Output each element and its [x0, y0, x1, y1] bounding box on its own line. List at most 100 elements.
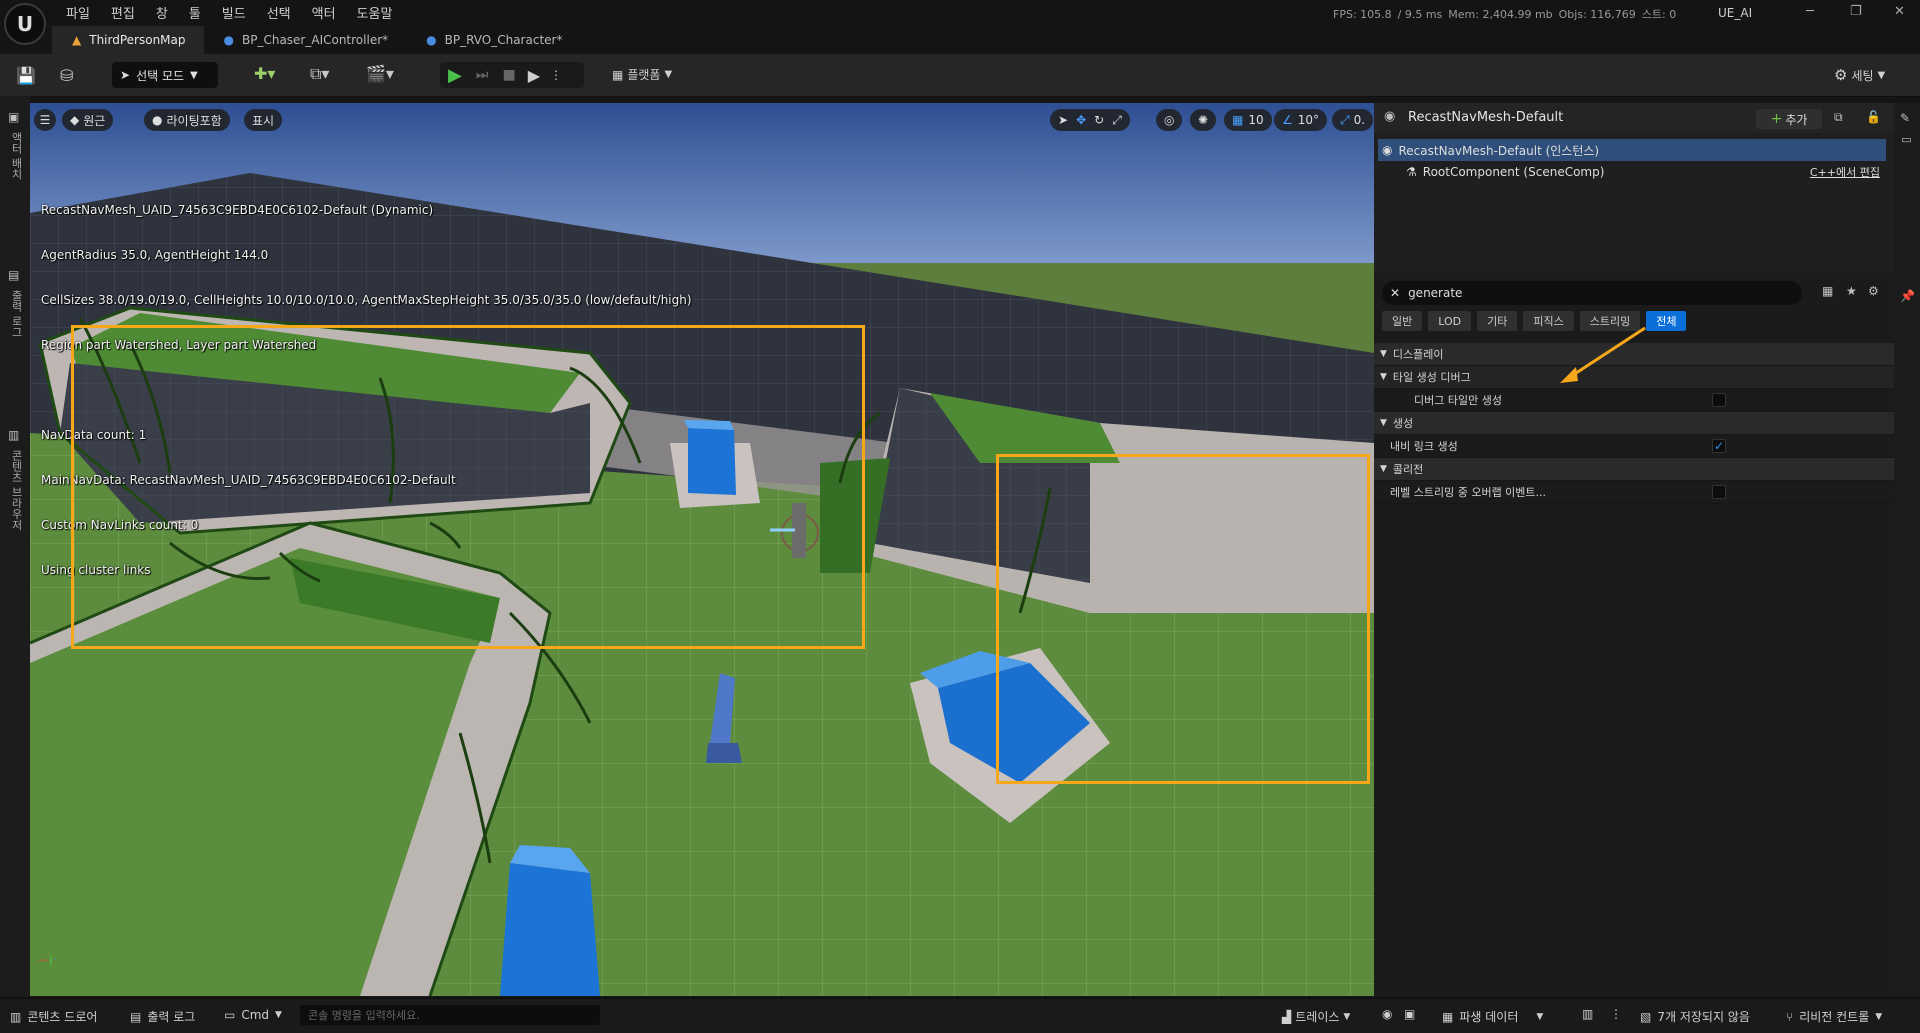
overlap-events-checkbox[interactable]: [1712, 485, 1726, 499]
menu-help[interactable]: 도움말: [357, 3, 393, 22]
annotation-arrow: [1560, 326, 1646, 383]
level-viewport[interactable]: ☰ ◆ 원근 ● 라이팅포함 표시 ➤ ✥ ↻ ⤢ ◎ ✺ ▦ 10 ∠ 10°…: [30, 103, 1374, 996]
chevron-down-icon: ▼: [1875, 1011, 1883, 1022]
lighting-button[interactable]: ● 라이팅포함: [144, 109, 230, 131]
clear-search-icon[interactable]: ✕: [1390, 286, 1400, 300]
chevron-down-icon: ▼: [1343, 1011, 1351, 1022]
content-browser-icon: ▥: [8, 428, 20, 442]
restore-icon[interactable]: ❐: [1850, 4, 1862, 19]
menu-build[interactable]: 빌드: [222, 3, 246, 22]
surface-snap-toggle[interactable]: ✺: [1190, 109, 1217, 131]
scale-snap-button[interactable]: ⤢ 0.: [1332, 109, 1374, 131]
trace-dropdown[interactable]: ▟ 트레이스 ▼: [1282, 1008, 1350, 1025]
favorite-icon[interactable]: ★: [1846, 284, 1857, 298]
gear-icon[interactable]: ⚙: [1868, 284, 1879, 298]
output-log-button[interactable]: ▤ 출력 로그: [130, 1008, 195, 1025]
objs-stat: Objs: 116,769: [1558, 7, 1636, 21]
search-input[interactable]: ✕ generate: [1382, 281, 1802, 305]
more-options-icon[interactable]: ⋮: [1610, 1007, 1622, 1021]
derived-data-icon: ▦: [1442, 1009, 1454, 1024]
filter-tab-all[interactable]: 전체: [1646, 311, 1687, 331]
perspective-button[interactable]: ◆ 원근: [62, 109, 114, 131]
add-component-button[interactable]: + 추가: [1756, 109, 1822, 129]
sidebar-item-output-log[interactable]: 출력 로그: [8, 290, 24, 338]
branch-icon: ⑂: [1786, 1009, 1794, 1024]
screenshot-icon[interactable]: ▣: [1404, 1007, 1415, 1021]
viewport-menu-button[interactable]: ☰: [34, 109, 56, 131]
tab-third-person-map[interactable]: ▲ ThirdPersonMap: [52, 26, 204, 54]
scale-icon[interactable]: ⤢: [1112, 113, 1122, 128]
rotation-snap-button[interactable]: ∠ 10°: [1274, 109, 1328, 131]
navmesh-icon: ◉: [1382, 143, 1393, 157]
filter-tab-general[interactable]: 일반: [1382, 311, 1423, 331]
more-options-icon[interactable]: ⋮: [550, 68, 562, 82]
sidebar-item-place-actors[interactable]: 액터 배치: [8, 132, 24, 180]
table-view-icon[interactable]: ▦: [1822, 284, 1833, 298]
debug-tile-only-checkbox[interactable]: [1712, 393, 1726, 407]
details-properties: ✕ generate ▦ ★ ⚙ 일반 LOD 기타 피직스 스트리밍 전체 ▼…: [1374, 273, 1894, 996]
platform-icon: ▦: [612, 67, 624, 82]
unsaved-button[interactable]: ▧ 7개 저장되지 않음: [1640, 1008, 1750, 1025]
world-local-toggle[interactable]: ◎: [1156, 109, 1183, 131]
category-collision[interactable]: ▼ 콜리전: [1374, 458, 1894, 481]
close-icon[interactable]: ✕: [1894, 4, 1905, 19]
mem-stat: Mem: 2,404.99 mb: [1448, 7, 1553, 21]
play-icon[interactable]: ▶: [448, 65, 462, 86]
stop-icon[interactable]: ■: [502, 67, 515, 83]
cursor-icon: ➤: [120, 68, 131, 82]
category-generation[interactable]: ▼ 생성: [1374, 412, 1894, 435]
menu-file[interactable]: 파일: [66, 3, 90, 22]
generate-navlinks-checkbox[interactable]: ✓: [1712, 439, 1726, 453]
tab-bp-rvo-character[interactable]: ● BP_RVO_Character*: [406, 26, 580, 54]
highlight-box-right: [996, 454, 1370, 784]
platforms-dropdown[interactable]: ▦ 플랫폼 ▼: [612, 66, 672, 83]
blueprint-icon[interactable]: ⧉: [1834, 110, 1843, 125]
fps-stat: FPS: 105.8: [1333, 7, 1392, 21]
move-icon[interactable]: ✥: [1076, 113, 1086, 127]
details-title: RecastNavMesh-Default: [1408, 110, 1564, 125]
filter-tab-misc[interactable]: 기타: [1477, 311, 1518, 331]
angle-icon: ∠: [1282, 113, 1293, 127]
highlight-box-left: [71, 325, 865, 649]
edit-in-cpp-link[interactable]: C++에서 편집: [1810, 164, 1880, 180]
blueprint-button[interactable]: ⧉▾: [310, 64, 329, 84]
unreal-logo-icon[interactable]: U: [4, 3, 46, 45]
eject-icon[interactable]: ▶: [528, 66, 540, 85]
globe-icon: ◎: [1164, 113, 1175, 127]
details-tab-icon[interactable]: ▭: [1900, 133, 1913, 146]
select-mode-dropdown[interactable]: ➤ 선택 모드 ▼: [112, 62, 218, 88]
derived-data-dropdown[interactable]: ▦ 파생 데이터 ▼: [1442, 1008, 1543, 1025]
revision-control-dropdown[interactable]: ⑂ 리비전 컨트롤 ▼: [1786, 1008, 1882, 1025]
add-actor-button[interactable]: ✚▾: [254, 64, 275, 83]
activity-icon[interactable]: ▥: [1582, 1007, 1593, 1021]
step-icon[interactable]: ⏭: [476, 67, 489, 83]
show-button[interactable]: 표시: [244, 109, 283, 131]
menu-tools[interactable]: 툴: [189, 3, 201, 22]
tree-item-root-component[interactable]: ⚗ RootComponent (SceneComp) C++에서 편집: [1378, 161, 1886, 183]
minimize-icon[interactable]: ─: [1806, 4, 1814, 19]
content-drawer-button[interactable]: ▥ 콘텐츠 드로어: [10, 1008, 97, 1025]
pin-icon[interactable]: 📌: [1900, 289, 1915, 303]
pencil-icon[interactable]: ✎: [1900, 111, 1910, 125]
tab-bp-chaser-ai-controller[interactable]: ● BP_Chaser_AIController*: [204, 26, 407, 54]
select-icon[interactable]: ➤: [1058, 113, 1068, 127]
settings-dropdown[interactable]: ⚙ 세팅 ▼: [1834, 66, 1885, 84]
menu-actor[interactable]: 액터: [312, 3, 336, 22]
tree-item-instance[interactable]: ◉ RecastNavMesh-Default (인스턴스): [1378, 139, 1886, 161]
filter-tab-lod[interactable]: LOD: [1428, 311, 1472, 331]
debug-line: AgentRadius 35.0, AgentHeight 144.0: [41, 248, 269, 262]
save-icon[interactable]: 💾: [16, 66, 36, 85]
source-control-icon[interactable]: ⛁: [60, 66, 73, 85]
cinematics-button[interactable]: 🎬▾: [366, 64, 394, 83]
place-actors-icon: ▣: [8, 110, 20, 124]
lock-icon[interactable]: 🔓: [1866, 110, 1881, 124]
rotate-icon[interactable]: ↻: [1094, 113, 1104, 127]
sidebar-item-content-browser[interactable]: 콘텐츠 브라우저: [8, 450, 24, 531]
cmd-dropdown[interactable]: ▭ Cmd ▼: [224, 1008, 282, 1022]
console-input[interactable]: 콘솔 명령을 입력하세요.: [300, 1005, 600, 1025]
menu-select[interactable]: 선택: [267, 3, 291, 22]
grid-snap-button[interactable]: ▦ 10: [1224, 109, 1272, 131]
record-icon[interactable]: ◉: [1382, 1007, 1392, 1021]
menu-window[interactable]: 창: [156, 3, 168, 22]
menu-edit[interactable]: 편집: [111, 3, 135, 22]
